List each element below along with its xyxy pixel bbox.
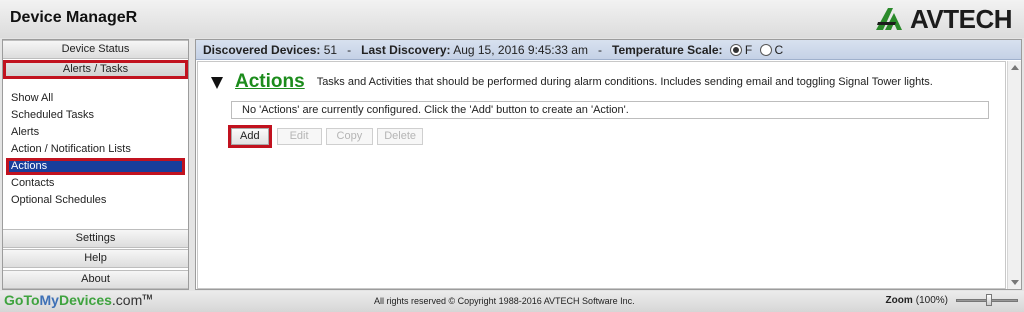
actions-content: Actions Tasks and Activities that should… — [197, 61, 1006, 289]
separator: - — [347, 43, 352, 57]
temperature-scale-label: Temperature Scale: — [612, 43, 723, 57]
empty-actions-notice: No 'Actions' are currently configured. C… — [231, 101, 989, 119]
zoom-label: Zoom — [885, 294, 913, 306]
scroll-down-icon[interactable] — [1011, 280, 1019, 285]
copyright-text: All rights reserved © Copyright 1988-201… — [374, 296, 635, 306]
actions-title[interactable]: Actions — [235, 71, 305, 93]
discovered-devices-label: Discovered Devices: — [203, 43, 321, 57]
temp-f-radio[interactable] — [729, 44, 742, 56]
zoom-slider-thumb[interactable] — [986, 294, 992, 306]
discovered-devices-count: 51 — [323, 43, 338, 57]
collapse-triangle-icon[interactable] — [211, 77, 223, 89]
sidebar-item-optional-schedules[interactable]: Optional Schedules — [3, 192, 188, 209]
add-button[interactable]: Add — [228, 125, 272, 148]
zoom-value: (100%) — [915, 294, 948, 306]
sidebar-item-alerts[interactable]: Alerts — [3, 124, 188, 141]
app-header: Device ManageR AVTECH — [0, 0, 1024, 38]
brand-logo: AVTECH — [874, 4, 1012, 34]
temp-c-label: C — [774, 43, 784, 57]
app-title: Device ManageR — [10, 9, 138, 26]
scroll-up-icon[interactable] — [1011, 65, 1019, 70]
sidebar-item-show-all[interactable]: Show All — [3, 90, 188, 107]
last-discovery-label: Last Discovery: — [361, 43, 451, 57]
copy-button[interactable]: Copy — [325, 128, 374, 145]
sidebar-settings[interactable]: Settings — [3, 229, 188, 248]
main-panel: Discovered Devices: 51 - Last Discovery:… — [195, 39, 1022, 290]
temp-f-label: F — [744, 43, 753, 57]
brand-com: .com — [111, 292, 143, 308]
actions-header: Actions Tasks and Activities that should… — [211, 69, 991, 95]
sidebar-item-contacts[interactable]: Contacts — [3, 175, 188, 192]
sidebar-item-scheduled-tasks[interactable]: Scheduled Tasks — [3, 107, 188, 124]
separator: - — [597, 43, 602, 57]
sidebar: Device Status Alerts / Tasks Show All Sc… — [2, 39, 189, 290]
brand-tm: TM — [142, 294, 153, 302]
brand-my: My — [39, 292, 59, 308]
brand-goto: GoTo — [4, 292, 40, 308]
temp-c-radio[interactable] — [759, 44, 772, 56]
brand-devices: Devices — [58, 292, 112, 308]
sidebar-alerts-tasks[interactable]: Alerts / Tasks — [3, 60, 188, 79]
sidebar-about[interactable]: About — [3, 270, 188, 289]
delete-button[interactable]: Delete — [377, 128, 424, 145]
footer: GoToMyDevices.comTM All rights reserved … — [0, 291, 1024, 312]
discovery-status-bar: Discovered Devices: 51 - Last Discovery:… — [196, 40, 1021, 60]
sidebar-help[interactable]: Help — [3, 249, 188, 268]
zoom-slider[interactable] — [956, 294, 1018, 306]
avtech-logo-icon — [876, 8, 903, 30]
sidebar-item-actions[interactable]: Actions — [6, 158, 185, 175]
brand-name: AVTECH — [910, 3, 1012, 34]
vertical-scrollbar[interactable] — [1007, 61, 1021, 289]
zoom-control: Zoom (100%) — [886, 294, 1018, 306]
sidebar-item-action-notification-lists[interactable]: Action / Notification Lists — [3, 141, 188, 158]
actions-description: Tasks and Activities that should be perf… — [316, 76, 933, 88]
actions-button-row: Add Edit Copy Delete — [228, 125, 424, 148]
sidebar-device-status[interactable]: Device Status — [3, 40, 188, 59]
gotomydevices-logo[interactable]: GoToMyDevices.comTM — [4, 292, 152, 308]
last-discovery-value: Aug 15, 2016 9:45:33 am — [453, 43, 588, 57]
sidebar-submenu: Show All Scheduled Tasks Alerts Action /… — [3, 90, 188, 209]
edit-button[interactable]: Edit — [276, 128, 322, 145]
